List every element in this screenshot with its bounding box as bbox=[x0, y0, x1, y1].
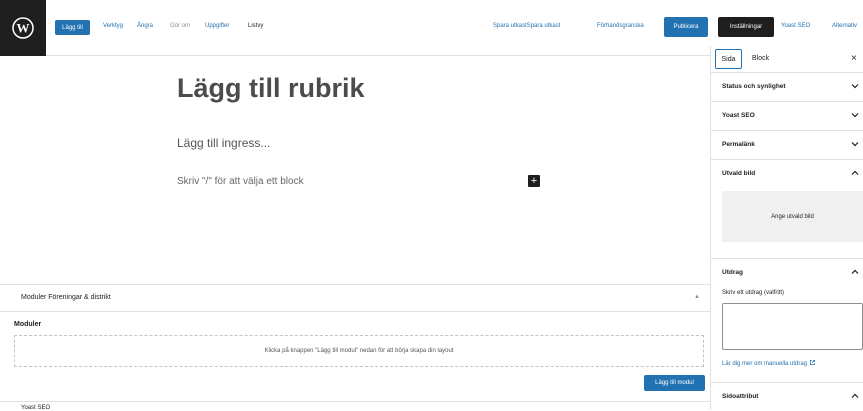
panel-status-visibility[interactable]: Status och synlighet bbox=[711, 72, 863, 100]
excerpt-help-link-text[interactable]: Lär dig mer om manuella utdrag bbox=[722, 361, 807, 367]
panel-page-attributes[interactable]: Sidoattribut bbox=[711, 382, 863, 410]
svg-text:W: W bbox=[17, 21, 30, 36]
panel-featured-image[interactable]: Utvald bild bbox=[711, 159, 863, 187]
chevron-up-icon bbox=[851, 269, 859, 274]
panel-yoast-seo[interactable]: Yoast SEO bbox=[711, 101, 863, 129]
divider bbox=[0, 401, 710, 402]
add-block-toggle-button[interactable]: Lägg till bbox=[55, 20, 90, 35]
panel-label: Permalänk bbox=[722, 141, 755, 148]
tab-page[interactable]: Sida bbox=[715, 49, 742, 69]
options-button[interactable]: Alternativ bbox=[832, 23, 857, 29]
chevron-down-icon bbox=[851, 142, 859, 147]
chevron-up-icon bbox=[851, 170, 859, 175]
panel-label: Sidoattribut bbox=[722, 393, 759, 400]
publish-button[interactable]: Publicera bbox=[664, 17, 708, 37]
dropzone-text: Klicka på knappen "Lägg till modul" neda… bbox=[264, 348, 454, 354]
set-featured-image-button[interactable]: Ange utvald bild bbox=[722, 191, 863, 242]
block-appender[interactable]: Skriv "/" för att välja ett block bbox=[177, 176, 304, 187]
details-button[interactable]: Uppgifter bbox=[205, 23, 229, 29]
undo-button[interactable]: Ångra bbox=[137, 23, 153, 29]
external-link-icon bbox=[809, 360, 815, 365]
close-icon[interactable]: × bbox=[851, 53, 857, 64]
excerpt-textarea[interactable] bbox=[722, 303, 863, 350]
panel-label: Status och synlighet bbox=[722, 83, 786, 90]
tools-button[interactable]: Verktyg bbox=[103, 23, 123, 29]
metabox-title[interactable]: Moduler Föreningar & distrikt bbox=[21, 294, 111, 301]
lead-input[interactable]: Lägg till ingress... bbox=[177, 136, 270, 150]
add-module-button[interactable]: Lägg till modul bbox=[644, 375, 705, 391]
excerpt-label: Skriv ett utdrag (valfritt) bbox=[722, 290, 785, 296]
add-block-icon[interactable]: + bbox=[528, 175, 540, 187]
chevron-down-icon bbox=[851, 84, 859, 89]
next-metabox-title[interactable]: Yoast SEO bbox=[21, 405, 50, 411]
panel-excerpt[interactable]: Utdrag bbox=[711, 258, 863, 286]
redo-button[interactable]: Gör om bbox=[170, 23, 190, 29]
preview-button[interactable]: Förhandsgranska bbox=[597, 23, 644, 29]
settings-sidebar: Sida Block × Status och synlighet Yoast … bbox=[710, 46, 863, 410]
tab-block[interactable]: Block bbox=[752, 55, 769, 62]
modules-metabox: Moduler Föreningar & distrikt ▲ Moduler … bbox=[0, 284, 710, 411]
collapse-icon[interactable]: ▲ bbox=[694, 294, 700, 300]
chevron-up-icon bbox=[851, 393, 859, 398]
modules-label: Moduler bbox=[14, 321, 42, 328]
divider bbox=[0, 311, 710, 312]
post-title-input[interactable]: Lägg till rubrik bbox=[177, 73, 365, 104]
settings-button[interactable]: Inställningar bbox=[718, 17, 774, 37]
module-dropzone: Klicka på knappen "Lägg till modul" neda… bbox=[14, 335, 704, 367]
panel-label: Utvald bild bbox=[722, 170, 756, 177]
save-draft-button[interactable]: Spara utkastSpara utkast bbox=[493, 23, 560, 29]
yoast-seo-button[interactable]: Yoast SEO bbox=[781, 23, 810, 29]
featured-image-label: Ange utvald bild bbox=[771, 213, 814, 220]
excerpt-help-link[interactable]: Lär dig mer om manuella utdrag bbox=[722, 359, 816, 367]
wordpress-logo-icon[interactable]: W bbox=[0, 0, 46, 56]
list-view-button[interactable]: Listvy bbox=[248, 23, 263, 29]
chevron-down-icon bbox=[851, 113, 859, 118]
editor-canvas: Lägg till rubrik Lägg till ingress... Sk… bbox=[0, 57, 710, 285]
panel-permalink[interactable]: Permalänk bbox=[711, 130, 863, 158]
panel-label: Yoast SEO bbox=[722, 112, 755, 119]
panel-label: Utdrag bbox=[722, 269, 743, 276]
